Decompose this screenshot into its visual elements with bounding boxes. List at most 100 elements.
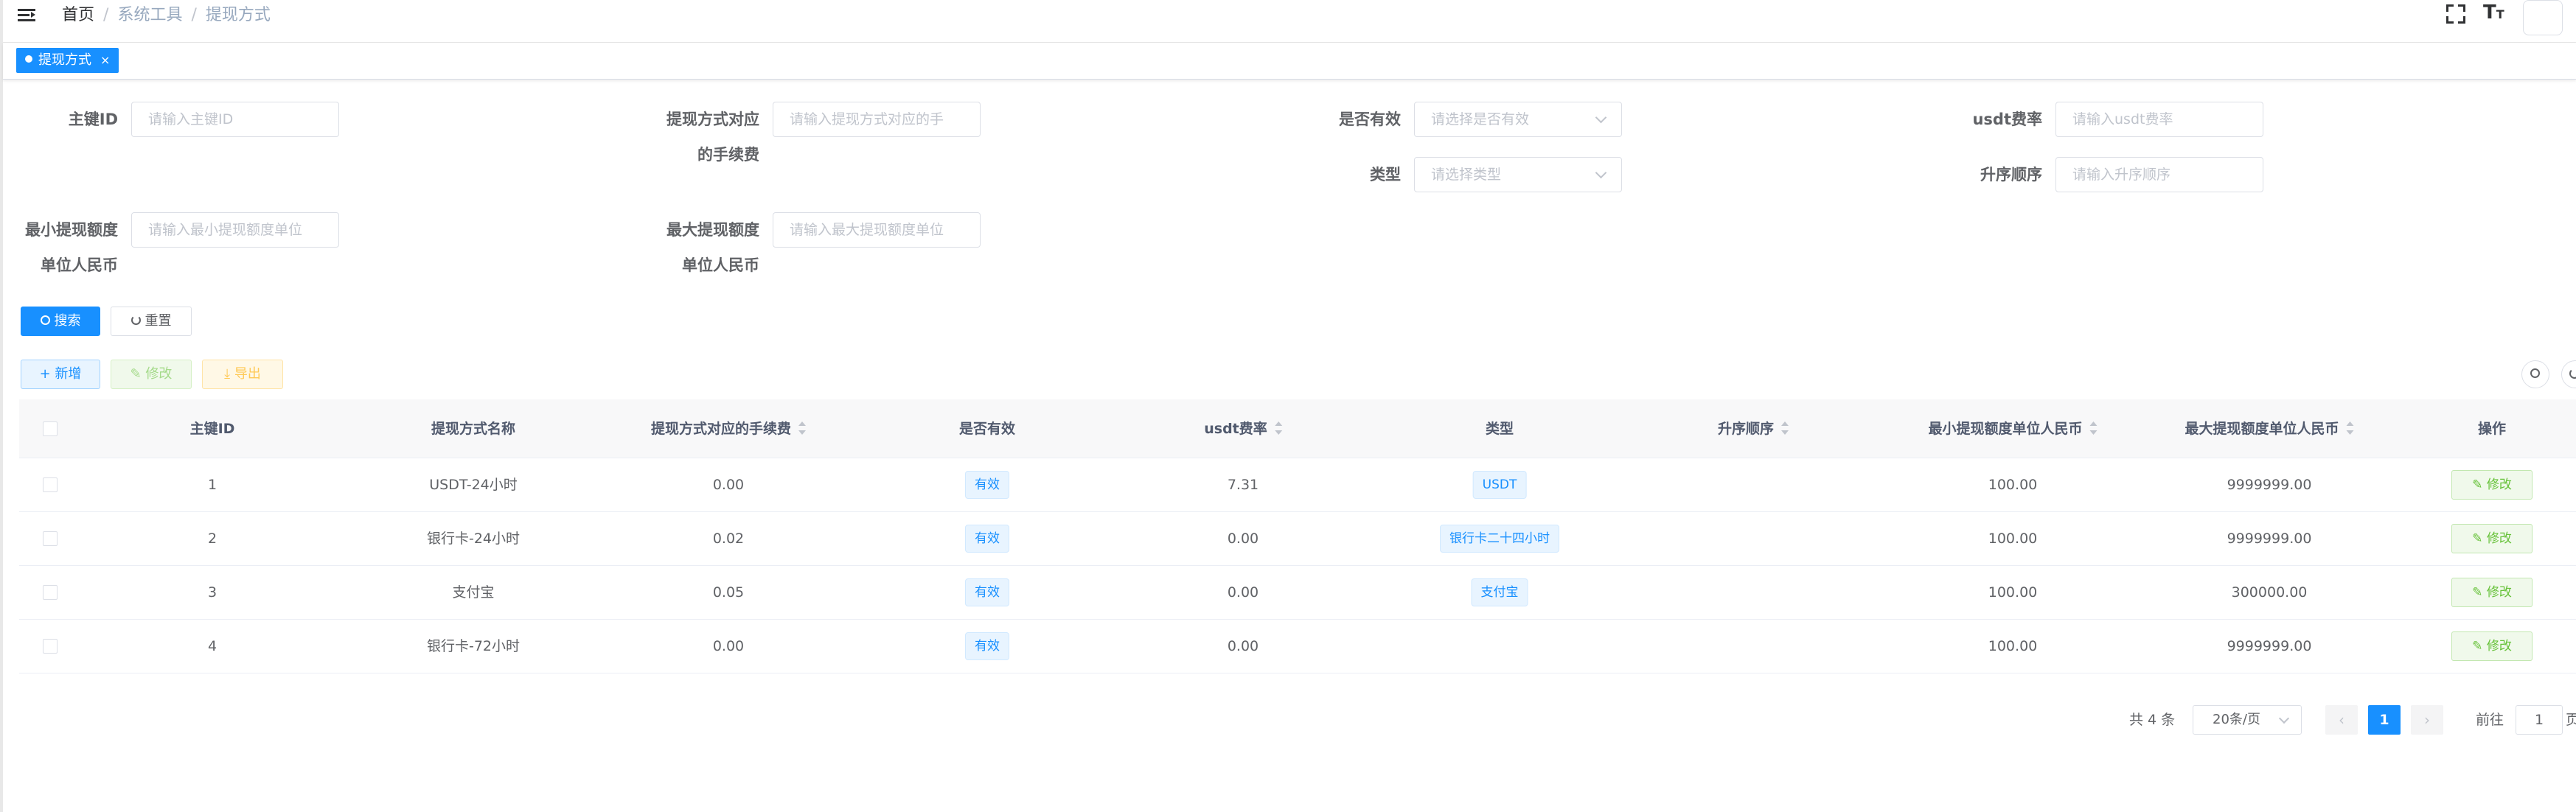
tag-label: 提现方式 — [38, 52, 91, 68]
cell-fee: 0.05 — [712, 584, 745, 601]
avatar[interactable] — [2523, 0, 2563, 35]
row-checkbox[interactable] — [43, 639, 58, 654]
sort-icon — [1781, 421, 1789, 435]
usdt-input[interactable]: 请输入usdt费率 — [2055, 102, 2263, 137]
sort-icon — [2089, 421, 2098, 435]
row-edit-button[interactable]: ✎ 修改 — [2451, 631, 2533, 661]
type-badge: 银行卡二十四小时 — [1440, 525, 1559, 553]
fee-label-line2: 的手续费 — [697, 146, 759, 164]
font-size-icon[interactable]: TT — [2483, 1, 2504, 24]
cell-usdt: 0.00 — [1227, 638, 1259, 654]
refresh-button[interactable] — [2561, 360, 2576, 388]
status-badge: 有效 — [965, 632, 1009, 660]
valid-label: 是否有效 — [1339, 111, 1401, 128]
valid-select[interactable]: 请选择是否有效 — [1414, 102, 1622, 137]
min-label-line1: 最小提现额度 — [25, 221, 118, 239]
breadcrumb-system-tools[interactable]: 系统工具 — [117, 6, 182, 24]
id-input[interactable]: 请输入主键ID — [131, 102, 339, 137]
cell-min: 100.00 — [1988, 584, 2038, 601]
edit-icon: ✎ — [2472, 585, 2487, 600]
sort-input[interactable]: 请输入升序顺序 — [2055, 157, 2263, 192]
search-icon — [40, 315, 50, 325]
edit-icon: ✎ — [2472, 639, 2487, 654]
status-badge: 有效 — [965, 525, 1009, 553]
cell-max: 9999999.00 — [2227, 477, 2312, 493]
status-badge: 有效 — [965, 578, 1009, 606]
cell-min: 100.00 — [1988, 531, 2038, 547]
breadcrumb: 首页 / 系统工具 / 提现方式 — [62, 6, 271, 24]
active-dot-icon — [25, 55, 32, 63]
row-edit-button[interactable]: ✎ 修改 — [2451, 524, 2533, 553]
usdt-label: usdt费率 — [1972, 111, 2042, 128]
row-edit-button[interactable]: ✎ 修改 — [2451, 470, 2533, 500]
download-icon: ⤓ — [224, 366, 234, 382]
plus-icon: + — [39, 366, 55, 382]
fullscreen-icon[interactable] — [2445, 3, 2467, 25]
cell-name: 银行卡-72小时 — [426, 638, 521, 654]
tag-active[interactable]: 提现方式 × — [16, 48, 119, 73]
fee-input[interactable]: 请输入提现方式对应的手 — [773, 102, 981, 137]
cell-max: 300000.00 — [2231, 584, 2308, 601]
close-icon[interactable]: × — [100, 53, 110, 67]
goto-page-input[interactable]: 1 — [2516, 705, 2563, 735]
cell-id: 1 — [207, 477, 217, 493]
header-fee[interactable]: 提现方式对应的手续费 — [651, 399, 807, 458]
type-badge: USDT — [1472, 471, 1527, 499]
cell-name: 支付宝 — [452, 584, 495, 601]
left-edge — [0, 0, 3, 812]
row-edit-button[interactable]: ✎ 修改 — [2451, 578, 2533, 607]
max-label-line1: 最大提现额度 — [666, 221, 759, 239]
row-checkbox[interactable] — [43, 585, 58, 600]
row-checkbox[interactable] — [43, 477, 58, 492]
pagination-total: 共 4 条 — [2129, 712, 2176, 728]
search-button[interactable]: 搜索 — [21, 307, 100, 336]
header-min[interactable]: 最小提现额度单位人民币 — [1928, 399, 2098, 458]
cell-fee: 0.02 — [712, 531, 745, 547]
type-badge: 支付宝 — [1471, 578, 1528, 606]
table-row: 1 USDT-24小时 0.00 有效 7.31 USDT 100.00 999… — [19, 458, 2576, 512]
cell-id: 3 — [207, 584, 217, 601]
next-page-button[interactable]: › — [2411, 705, 2443, 735]
add-button[interactable]: + 新增 — [21, 360, 100, 389]
cell-min: 100.00 — [1988, 638, 2038, 654]
table-row: 4 银行卡-72小时 0.00 有效 0.00 100.00 9999999.0… — [19, 620, 2576, 673]
goto-label: 前往 — [2476, 712, 2504, 728]
max-input[interactable]: 请输入最大提现额度单位 — [773, 212, 981, 248]
breadcrumb-home[interactable]: 首页 — [62, 6, 94, 24]
header-valid: 是否有效 — [958, 421, 1016, 437]
page-number-current[interactable]: 1 — [2368, 705, 2401, 735]
cell-fee: 0.00 — [712, 477, 745, 493]
sort-icon — [2346, 421, 2354, 435]
hamburger-icon[interactable] — [16, 4, 38, 27]
reset-button[interactable]: 重置 — [111, 307, 192, 336]
min-input[interactable]: 请输入最小提现额度单位 — [131, 212, 339, 248]
header-max[interactable]: 最大提现额度单位人民币 — [2185, 399, 2354, 458]
export-button[interactable]: ⤓ 导出 — [202, 360, 283, 389]
toggle-search-button[interactable] — [2521, 360, 2549, 388]
row-checkbox[interactable] — [43, 531, 58, 546]
edit-button[interactable]: ✎ 修改 — [111, 360, 192, 389]
type-label: 类型 — [1370, 166, 1401, 183]
id-label: 主键ID — [68, 111, 118, 128]
header-name: 提现方式名称 — [431, 421, 516, 437]
sort-label: 升序顺序 — [1980, 166, 2042, 183]
select-all-checkbox[interactable] — [43, 421, 58, 436]
cell-usdt: 0.00 — [1227, 531, 1259, 547]
cell-min: 100.00 — [1988, 477, 2038, 493]
type-select[interactable]: 请选择类型 — [1414, 157, 1622, 192]
prev-page-button[interactable]: ‹ — [2325, 705, 2358, 735]
breadcrumb-current: 提现方式 — [205, 6, 271, 24]
table-row: 2 银行卡-24小时 0.02 有效 0.00 银行卡二十四小时 100.00 … — [19, 512, 2576, 566]
edit-icon: ✎ — [2472, 531, 2487, 546]
page-size-select[interactable]: 20条/页 — [2193, 705, 2302, 735]
edit-icon: ✎ — [130, 366, 146, 382]
table-header: 主键ID 提现方式名称 提现方式对应的手续费 是否有效 usdt费率 类型 升序… — [19, 399, 2576, 458]
header-id: 主键ID — [189, 421, 235, 437]
page-suffix: 页 — [2566, 712, 2576, 728]
header-action: 操作 — [2477, 421, 2507, 437]
cell-name: 银行卡-24小时 — [426, 531, 521, 547]
header-usdt[interactable]: usdt费率 — [1204, 399, 1282, 458]
cell-max: 9999999.00 — [2227, 638, 2312, 654]
refresh-icon — [2569, 368, 2576, 379]
header-sort-order[interactable]: 升序顺序 — [1718, 399, 1789, 458]
